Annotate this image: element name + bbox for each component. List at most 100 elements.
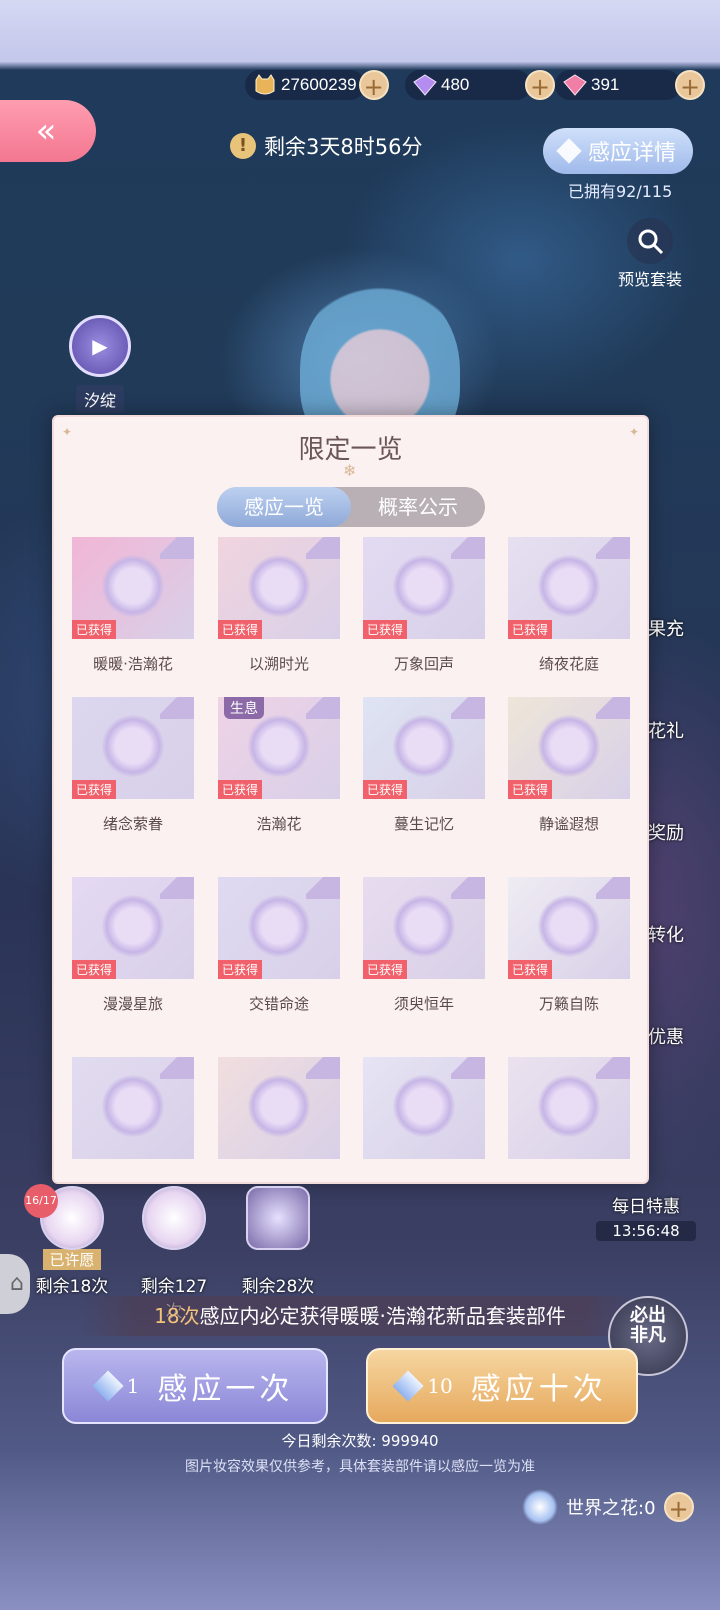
home-tab[interactable]: ⌂ bbox=[0, 1254, 30, 1314]
obtained-badge: 已获得 bbox=[218, 780, 263, 799]
obtained-badge: 已获得 bbox=[218, 620, 263, 639]
item-thumbnail: 已获得 bbox=[72, 697, 194, 799]
grid-item[interactable]: 已获得 绪念萦眷 bbox=[72, 697, 194, 834]
today-remaining: 今日剩余次数: 999940 bbox=[281, 1432, 439, 1450]
obtained-badge: 已获得 bbox=[72, 620, 117, 639]
item-thumbnail bbox=[508, 1057, 630, 1159]
obtained-badge: 已获得 bbox=[72, 960, 117, 979]
add-pink-diamond-button[interactable]: + bbox=[675, 70, 705, 101]
item-name: 绮夜花庭 bbox=[538, 655, 599, 673]
grid-item[interactable] bbox=[508, 1057, 630, 1159]
currency-bar: 27600239 + 480 + 391 + bbox=[245, 68, 705, 102]
grid-item[interactable]: 已获得交错命途 bbox=[218, 877, 340, 1014]
rarity-corner-icon bbox=[306, 1057, 340, 1079]
item-tag: 生息 bbox=[224, 697, 264, 719]
side-item-discount[interactable]: 优惠 bbox=[648, 1023, 720, 1053]
character-video-button[interactable]: ▶ 汐绽 bbox=[60, 315, 140, 413]
currency-pink-diamond: 391 + bbox=[555, 68, 705, 102]
obtained-badge: 已获得 bbox=[363, 620, 408, 639]
draw-once-button[interactable]: 1 感应一次 bbox=[62, 1348, 328, 1424]
add-coins-button[interactable]: + bbox=[358, 70, 389, 101]
item-name: 蔓生记忆 bbox=[393, 815, 454, 833]
grid-item[interactable]: 已获得以溯时光 bbox=[218, 537, 340, 674]
add-purple-diamond-button[interactable]: + bbox=[525, 70, 555, 101]
item-name: 万籁自陈 bbox=[538, 995, 599, 1013]
obtained-badge: 已获得 bbox=[363, 960, 408, 979]
item-name: 以溯时光 bbox=[248, 655, 309, 673]
add-world-flower-button[interactable]: + bbox=[663, 1492, 694, 1523]
rarity-corner-icon bbox=[596, 1057, 630, 1079]
accessory-icon bbox=[142, 1186, 206, 1250]
tab-probability[interactable]: 概率公示 bbox=[351, 487, 485, 527]
limited-list-panel: ✦ ✦ 限定一览 ❄ 感应一览 概率公示 已获得 暖暖·浩瀚花 已获得 以溯时光 已获得… bbox=[52, 415, 649, 1184]
wish-item-1[interactable]: 16/17 已许愿 剩余18次 bbox=[24, 1184, 112, 1297]
grid-item[interactable]: 已获得 万象回声 bbox=[363, 537, 485, 674]
tab-induction-list[interactable]: 感应一览 bbox=[217, 487, 351, 527]
diamond-icon bbox=[556, 138, 582, 164]
item-thumbnail: 已获得 bbox=[218, 537, 340, 639]
grid-item[interactable]: 已获得蔓生记忆 bbox=[363, 697, 485, 834]
obtained-badge: 已获得 bbox=[508, 620, 553, 639]
crystal-flower-icon bbox=[522, 1489, 558, 1525]
grid-item[interactable]: 已获得 静谧遐想 bbox=[508, 697, 630, 834]
cat-coin-icon bbox=[253, 74, 277, 96]
exclamation-icon: ! bbox=[230, 133, 256, 159]
rarity-corner-icon bbox=[451, 1057, 485, 1079]
grid-item[interactable]: 已获得绮夜花庭 bbox=[508, 537, 630, 674]
item-thumbnail: 已获得 bbox=[218, 877, 340, 979]
item-name: 交错命途 bbox=[248, 995, 309, 1013]
side-item-convert[interactable]: 转化 bbox=[648, 921, 720, 951]
side-item-gift[interactable]: 花礼 bbox=[648, 717, 720, 747]
item-name: 浩瀚花 bbox=[256, 815, 302, 833]
back-button[interactable]: « bbox=[0, 100, 96, 162]
detail-button[interactable]: 感应详情 bbox=[543, 128, 693, 174]
grid-item[interactable]: 已获得漫漫星旅 bbox=[72, 877, 194, 1014]
rarity-corner-icon bbox=[451, 697, 485, 719]
crystal-icon bbox=[92, 1370, 124, 1402]
draw-ten-button[interactable]: 10 感应十次 bbox=[366, 1348, 638, 1424]
purple-diamond-icon bbox=[413, 74, 437, 96]
item-name: 漫漫星旅 bbox=[102, 995, 163, 1013]
grid-item[interactable]: 已获得 暖暖·浩瀚花 bbox=[72, 537, 194, 674]
owned-count: 已拥有92/115 bbox=[568, 182, 673, 201]
grid-item[interactable] bbox=[218, 1057, 340, 1159]
status-bar bbox=[0, 0, 720, 62]
world-flower-counter: 世界之花:0 + bbox=[522, 1487, 694, 1527]
item-thumbnail: 生息已获得 bbox=[218, 697, 340, 799]
grid-item[interactable]: 已获得 须臾恒年 bbox=[363, 877, 485, 1014]
rarity-corner-icon bbox=[596, 697, 630, 719]
rarity-corner-icon bbox=[451, 537, 485, 559]
rarity-corner-icon bbox=[306, 697, 340, 719]
item-thumbnail: 已获得 bbox=[363, 877, 485, 979]
item-name: 静谧遐想 bbox=[538, 815, 599, 833]
crystal-icon bbox=[392, 1370, 424, 1402]
grid-item[interactable]: 已获得万籁自陈 bbox=[508, 877, 630, 1014]
side-item-topup[interactable]: 果充 bbox=[648, 615, 720, 645]
rarity-corner-icon bbox=[160, 697, 194, 719]
side-item-reward[interactable]: 奖励 bbox=[648, 819, 720, 849]
obtained-badge: 已获得 bbox=[363, 780, 408, 799]
currency-purple-diamond: 480 + bbox=[405, 68, 555, 102]
daily-deal-timer: 13:56:48 bbox=[596, 1221, 696, 1241]
item-thumbnail bbox=[72, 1057, 194, 1159]
panel-tabs: 感应一览 概率公示 bbox=[217, 487, 485, 527]
rarity-corner-icon bbox=[160, 537, 194, 559]
wish-remaining: 剩余28次 bbox=[241, 1277, 315, 1297]
obtained-badge: 已获得 bbox=[218, 960, 263, 979]
portrait-icon bbox=[246, 1186, 310, 1250]
obtained-badge: 已获得 bbox=[508, 960, 553, 979]
grid-item[interactable] bbox=[72, 1057, 194, 1159]
rarity-corner-icon bbox=[160, 1057, 194, 1079]
wish-status: 已许愿 bbox=[43, 1249, 101, 1270]
preview-suit-button[interactable]: 预览套装 bbox=[610, 218, 690, 290]
daily-deal-button[interactable]: 每日特惠 13:56:48 bbox=[596, 1192, 696, 1241]
grid-item[interactable]: 生息已获得浩瀚花 bbox=[218, 697, 340, 834]
grid-item[interactable] bbox=[363, 1057, 485, 1159]
item-thumbnail: 已获得 bbox=[363, 537, 485, 639]
snowflake-icon: ❄ bbox=[343, 461, 357, 480]
event-timer: ! 剩余3天8时56分 bbox=[230, 128, 422, 164]
rarity-corner-icon bbox=[306, 877, 340, 899]
wish-item-3[interactable]: 剩余28次 bbox=[238, 1186, 318, 1297]
item-thumbnail: 已获得 bbox=[72, 537, 194, 639]
item-thumbnail: 已获得 bbox=[363, 697, 485, 799]
